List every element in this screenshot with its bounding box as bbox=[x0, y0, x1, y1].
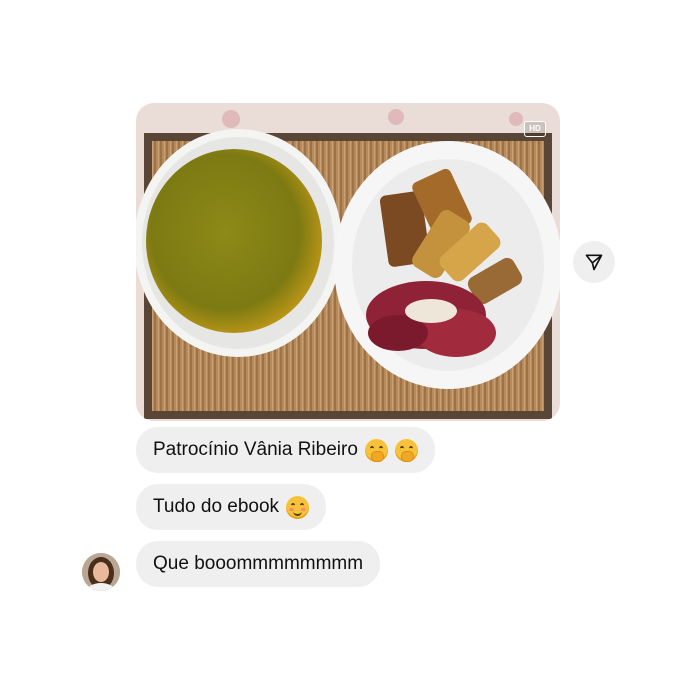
food-photo bbox=[136, 103, 560, 421]
avatar-image bbox=[82, 553, 120, 591]
hand-over-mouth-emoji bbox=[364, 438, 388, 462]
hand-over-mouth-emoji bbox=[394, 438, 418, 462]
message-photo[interactable]: HD bbox=[136, 103, 560, 421]
message-text: Patrocínio Vânia Ribeiro bbox=[153, 439, 358, 460]
message-bubble[interactable]: Patrocínio Vânia Ribeiro bbox=[136, 427, 435, 473]
message-bubble[interactable]: Que booommmmmmmm bbox=[136, 541, 381, 587]
hd-badge: HD bbox=[524, 121, 546, 137]
message-text: Tudo do ebook bbox=[153, 496, 280, 517]
message-text: Que booommmmmmmm bbox=[153, 553, 364, 574]
message-bubble[interactable]: Tudo do ebook bbox=[136, 484, 327, 530]
share-button[interactable] bbox=[573, 241, 615, 283]
smiling-blush-emoji bbox=[286, 495, 310, 519]
avatar[interactable] bbox=[82, 553, 120, 591]
paper-plane-icon bbox=[585, 254, 603, 271]
